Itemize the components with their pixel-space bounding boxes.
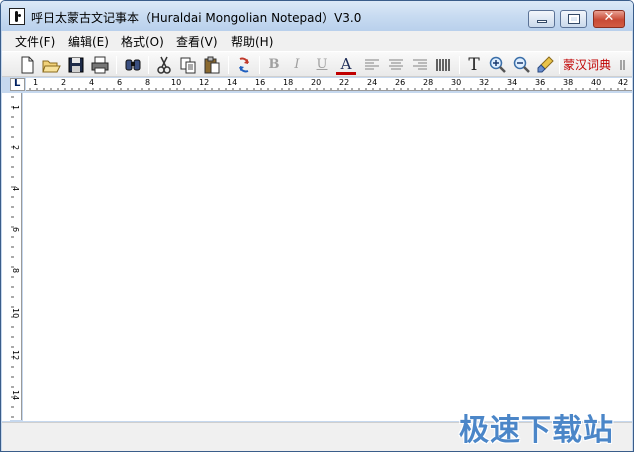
toolbar-separator	[259, 56, 260, 74]
open-folder-icon[interactable]	[41, 55, 61, 75]
close-icon: ✕	[603, 10, 615, 25]
ruler-number: 6	[11, 227, 20, 233]
underline-icon[interactable]: U	[312, 55, 332, 75]
toolbar-separator	[559, 56, 560, 74]
ruler-number: 8	[145, 78, 151, 87]
vertical-ruler-ticks	[11, 96, 14, 418]
title-bar[interactable]: 呼日太蒙古文记事本（Huraldai Mongolian Notepad）V3.…	[1, 1, 633, 31]
ruler-tab-label: L	[14, 78, 21, 89]
ruler-number: 14	[11, 390, 20, 401]
ruler-number: 10	[171, 78, 182, 87]
ruler-number: 22	[339, 78, 350, 87]
toolbar: B I U A T 蒙汉词典	[2, 51, 632, 77]
maximize-icon	[568, 14, 580, 24]
menu-edit[interactable]: 编辑(E)	[68, 33, 109, 50]
italic-icon[interactable]: I	[287, 55, 307, 75]
ruler-tab-selector[interactable]: L	[10, 78, 25, 91]
toolbar-separator	[228, 56, 229, 74]
bold-icon[interactable]: B	[264, 55, 284, 75]
ruler-number: 10	[11, 308, 20, 319]
print-icon[interactable]	[90, 55, 110, 75]
find-icon[interactable]	[123, 55, 143, 75]
font-color-icon[interactable]: A	[336, 55, 356, 75]
ruler-number: 24	[367, 78, 378, 87]
ruler-number: 26	[395, 78, 406, 87]
more-tools-icon[interactable]	[618, 55, 628, 75]
new-document-icon[interactable]	[17, 55, 37, 75]
ruler-number: 20	[311, 78, 322, 87]
save-icon[interactable]	[66, 55, 86, 75]
toolbar-separator	[459, 56, 460, 74]
ruler-number: 32	[479, 78, 490, 87]
column-layout-icon[interactable]	[433, 55, 453, 75]
app-icon[interactable]	[9, 8, 25, 25]
ruler-number: 4	[11, 186, 20, 192]
left-margin-strip	[2, 93, 10, 421]
align-right-icon[interactable]	[410, 55, 430, 75]
menu-file[interactable]: 文件(F)	[15, 33, 55, 50]
ruler-number: 36	[535, 78, 546, 87]
zoom-in-icon[interactable]	[488, 55, 508, 75]
ruler-number: 30	[451, 78, 462, 87]
ruler-number: 34	[507, 78, 518, 87]
ruler-number: 4	[89, 78, 95, 87]
horizontal-ruler[interactable]: 1 2 4 6 8 10 12 14 16 18 20 22 24 26 28 …	[26, 78, 632, 91]
ruler-number: 2	[11, 145, 20, 151]
ruler-number: 12	[199, 78, 210, 87]
menu-bar: 文件(F) 编辑(E) 格式(O) 查看(V) 帮助(H)	[2, 31, 632, 51]
ruler-number: 12	[11, 350, 20, 361]
maximize-button[interactable]	[560, 10, 587, 28]
ruler-number: 14	[227, 78, 238, 87]
copy-icon[interactable]	[178, 55, 198, 75]
menu-help[interactable]: 帮助(H)	[231, 33, 273, 50]
vertical-ruler[interactable]: 1 2 4 6 8 10 12 14	[10, 93, 22, 420]
ruler-number: 16	[255, 78, 266, 87]
ruler-number: 42	[618, 78, 629, 87]
cut-icon[interactable]	[154, 55, 174, 75]
align-left-icon[interactable]	[362, 55, 382, 75]
toolbar-separator	[116, 56, 117, 74]
minimize-button[interactable]	[528, 10, 555, 28]
ruler-number: 38	[563, 78, 574, 87]
toolbar-separator	[148, 56, 149, 74]
ruler-number: 28	[423, 78, 434, 87]
text-font-icon[interactable]: T	[464, 55, 484, 75]
align-center-icon[interactable]	[386, 55, 406, 75]
zoom-out-icon[interactable]	[512, 55, 532, 75]
paste-icon[interactable]	[202, 55, 222, 75]
ruler-number: 8	[11, 268, 20, 274]
app-window: 呼日太蒙古文记事本（Huraldai Mongolian Notepad）V3.…	[0, 0, 634, 452]
redo-icon[interactable]	[234, 55, 254, 75]
text-editor-area[interactable]	[23, 93, 632, 421]
ruler-number: 2	[61, 78, 67, 87]
watermark-text: 极速下载站	[459, 413, 614, 448]
minimize-icon	[537, 20, 547, 23]
ruler-number: 1	[11, 105, 20, 111]
dictionary-button[interactable]: 蒙汉词典	[563, 55, 615, 75]
ruler-number: 40	[591, 78, 602, 87]
menu-view[interactable]: 查看(V)	[176, 33, 218, 50]
close-button[interactable]: ✕	[593, 10, 625, 28]
menu-format[interactable]: 格式(O)	[121, 33, 164, 50]
ruler-number: 18	[283, 78, 294, 87]
ruler-number: 1	[33, 78, 39, 87]
clear-format-icon[interactable]	[536, 55, 556, 75]
window-title: 呼日太蒙古文记事本（Huraldai Mongolian Notepad）V3.…	[31, 11, 362, 25]
ruler-number: 6	[117, 78, 123, 87]
